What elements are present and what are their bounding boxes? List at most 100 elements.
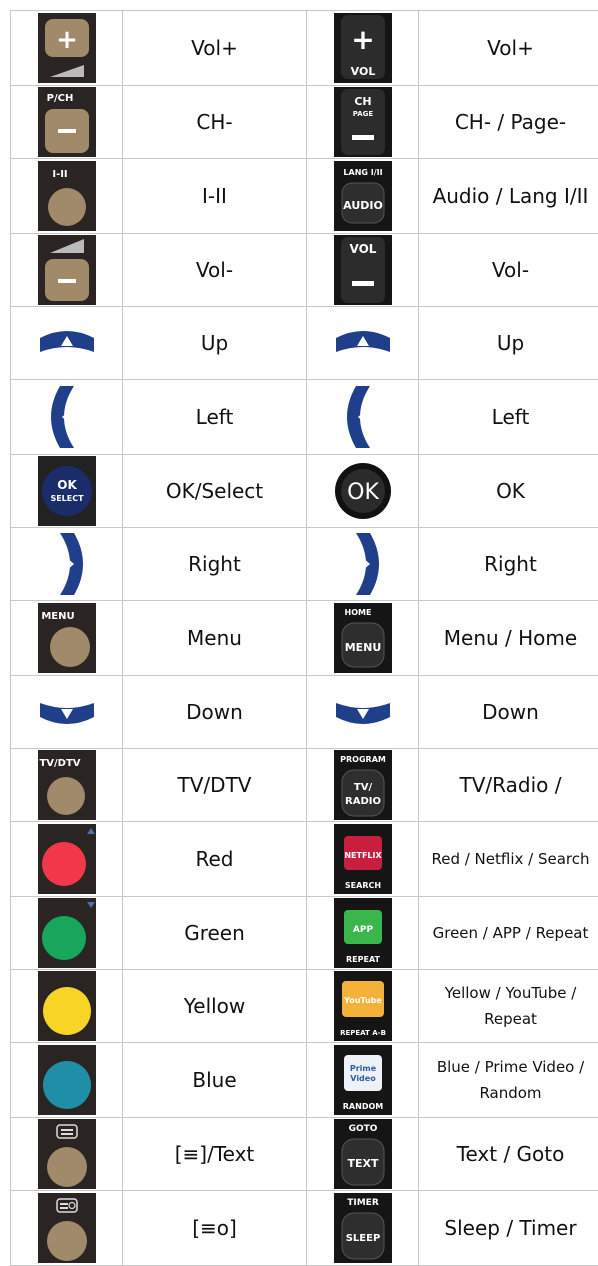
svg-text:+: + [351,23,374,56]
arrow-up-icon [334,308,392,378]
audio-icon: I-II [38,161,96,231]
right-button-cell: LANG I/II AUDIO [307,159,419,234]
right-button-cell: NETFLIX SEARCH [307,822,419,897]
right-function-label: OK [419,455,598,528]
right-function-label: Sleep / Timer [419,1191,598,1266]
right-button-cell [307,307,419,380]
left-button-cell: TV/DTV [11,749,123,822]
svg-text:LANG I/II: LANG I/II [343,168,382,177]
right-button-cell: TIMER SLEEP [307,1191,419,1266]
menu-icon: MENU [38,603,96,673]
table-row: P/CHCH-CHPAGECH- / Page- [11,86,598,159]
tv-icon: PROGRAMTV/RADIO [334,750,392,820]
left-button-cell: OKSELECT [11,455,123,528]
svg-text:TV/DTV: TV/DTV [39,758,80,769]
hold-icon [38,1193,96,1263]
svg-text:MENU: MENU [344,641,381,654]
svg-text:VOL: VOL [350,65,375,78]
left-button-cell [11,234,123,307]
right-button-cell: OK [307,455,419,528]
left-function-label: Up [123,307,307,380]
youtube-icon: YouTube REPEAT A-B [334,971,392,1041]
left-function-label: Vol- [123,234,307,307]
left-button-cell [11,528,123,601]
right-function-label: Vol+ [419,11,598,86]
left-button-cell [11,1118,123,1191]
table-row: YellowYouTubeREPEAT A-BYellow / YouTube … [11,970,598,1043]
svg-text:REPEAT A-B: REPEAT A-B [340,1029,386,1037]
arrow-right-icon [334,529,392,599]
table-row: RightRight [11,528,598,601]
button-table: +Vol++VOLVol+P/CHCH-CHPAGECH- / Page-I-I… [10,10,598,1266]
left-function-label: TV/DTV [123,749,307,822]
right-button-cell [307,676,419,749]
left-function-label: Left [123,380,307,455]
text-icon: GOTOTEXT [334,1119,392,1189]
remote-button-map: +Vol++VOLVol+P/CHCH-CHPAGECH- / Page-I-I… [10,10,598,1266]
arrow-down-icon [334,677,392,747]
svg-text:YouTube: YouTube [343,996,382,1005]
svg-text:NETFLIX: NETFLIX [344,851,382,860]
right-function-label: Vol- [419,234,598,307]
table-row: MENUMenuHOMEMENUMenu / Home [11,601,598,676]
red-button-icon [38,824,96,894]
svg-text:VOL: VOL [349,242,376,256]
table-row: Vol- VOL Vol- [11,234,598,307]
left-function-label: Green [123,897,307,970]
right-button-cell: YouTube REPEAT A-B [307,970,419,1043]
left-button-cell: + [11,11,123,86]
svg-text:GOTO: GOTO [348,1124,377,1134]
left-button-cell [11,897,123,970]
left-button-cell [11,1043,123,1118]
netflix-icon: NETFLIX SEARCH [334,824,392,894]
table-row: LeftLeft [11,380,598,455]
svg-text:AUDIO: AUDIO [343,199,383,212]
vol-minus-icon: VOL [334,235,392,305]
prime-video-icon: PrimeVideoRANDOM [334,1045,392,1115]
left-function-label: Right [123,528,307,601]
table-row: Down Down [11,676,598,749]
ch-minus-icon: CHPAGE [334,87,392,157]
left-button-cell [11,307,123,380]
svg-text:SELECT: SELECT [50,494,84,503]
yellow-button-icon [38,971,96,1041]
left-function-label: Blue [123,1043,307,1118]
sleep-icon: TIMER SLEEP [334,1193,392,1263]
svg-text:SEARCH: SEARCH [344,881,380,890]
left-function-label: [≡o] [123,1191,307,1266]
right-function-label: Red / Netflix / Search [419,822,598,897]
left-button-cell: P/CH [11,86,123,159]
audio-icon: LANG I/II AUDIO [334,161,392,231]
ch-minus-icon: P/CH [38,87,96,157]
table-row: GreenAPPREPEATGreen / APP / Repeat [11,897,598,970]
svg-text:REPEAT: REPEAT [346,955,381,964]
right-button-cell: + VOL [307,11,419,86]
svg-text:RADIO: RADIO [345,796,381,807]
blue-button-icon [38,1045,96,1115]
svg-text:TIMER: TIMER [347,1198,379,1208]
table-row: Blue PrimeVideoRANDOM Blue / Prime Video /… [11,1043,598,1118]
right-button-cell [307,528,419,601]
left-function-label: Vol+ [123,11,307,86]
right-function-label: Audio / Lang I/II [419,159,598,234]
right-button-cell: VOL [307,234,419,307]
svg-text:P/CH: P/CH [46,93,73,104]
svg-text:MENU: MENU [41,611,74,622]
right-button-cell: CHPAGE [307,86,419,159]
svg-text:SLEEP: SLEEP [345,1233,380,1244]
arrow-left-icon [38,382,96,452]
svg-text:APP: APP [352,925,373,935]
right-button-cell: HOMEMENU [307,601,419,676]
left-button-cell [11,676,123,749]
svg-text:RANDOM: RANDOM [342,1102,382,1111]
menu-icon: HOMEMENU [334,603,392,673]
right-button-cell [307,380,419,455]
left-function-label: Down [123,676,307,749]
table-row: OKSELECTOK/SelectOKOK [11,455,598,528]
svg-text:TV/: TV/ [353,782,372,793]
ok-icon: OKSELECT [38,456,96,526]
table-row: UpUp [11,307,598,380]
right-function-label: Blue / Prime Video / Random [419,1043,598,1118]
table-row: TV/DTVTV/DTVPROGRAMTV/RADIOTV/Radio / [11,749,598,822]
right-function-label: Down [419,676,598,749]
